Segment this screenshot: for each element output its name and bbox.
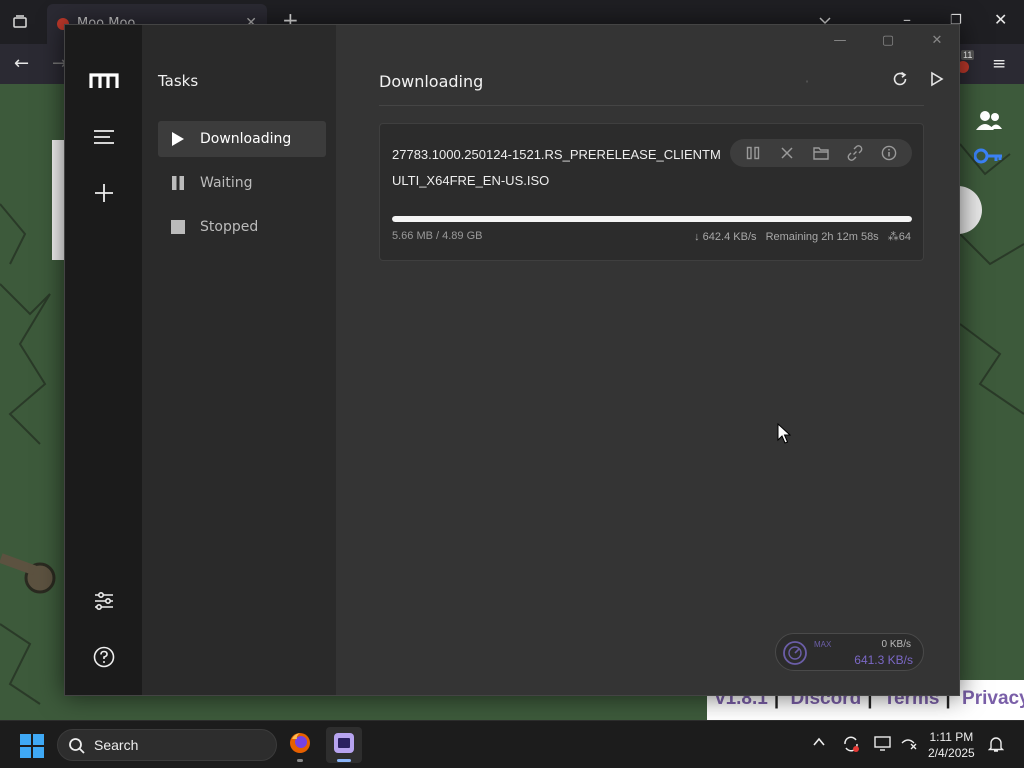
app-logo-icon [89, 66, 119, 96]
taskbar-motrix[interactable] [326, 727, 362, 763]
sidebar-title: Tasks [158, 72, 199, 90]
network-muted-icon[interactable] [900, 735, 918, 755]
task-info-button[interactable] [879, 143, 899, 163]
task-stats: ↓ 642.4 KB/s Remaining 2h 12m 58s ⁂64 [688, 230, 911, 243]
icon-rail [65, 25, 142, 695]
task-pause-button[interactable] [743, 143, 763, 163]
page-title: Downloading [379, 72, 484, 91]
privacy-link[interactable]: Privacy [962, 688, 1024, 709]
header-divider [379, 105, 924, 106]
task-delete-button[interactable] [777, 143, 797, 163]
firefox-icon [288, 731, 312, 759]
speedometer[interactable]: MAX 0 KB/s 641.3 KB/s [775, 633, 924, 671]
pause-icon [170, 175, 186, 191]
task-progress-bar [392, 216, 912, 222]
play-icon [170, 131, 186, 147]
task-progress-fill [392, 216, 912, 222]
app-active-indicator [337, 759, 351, 762]
app-running-indicator [297, 759, 303, 762]
toolbar-divider-icon: · [804, 71, 810, 91]
motrix-app-icon [333, 732, 355, 758]
main-panel: — ▢ ✕ Downloading · 27783.1000.250124-15… [336, 25, 959, 695]
back-icon[interactable]: ← [14, 55, 29, 73]
add-task-icon[interactable] [89, 178, 119, 208]
nav-item-stopped[interactable]: Stopped [158, 209, 326, 245]
resume-all-button[interactable] [926, 71, 948, 91]
window-minimize-icon[interactable]: — [826, 29, 854, 51]
search-icon [68, 737, 86, 759]
play-outline-icon [930, 71, 944, 91]
menu-icon[interactable]: ≡ [992, 56, 1006, 73]
system-clock[interactable]: 1:11 PM 2/4/2025 [928, 729, 975, 761]
task-connections: ⁂64 [887, 231, 911, 243]
task-category-sidebar: Tasks Downloading Waiting Stopped [142, 25, 336, 695]
taskbar-firefox[interactable] [282, 727, 318, 763]
connections-icon: ⁂ [887, 231, 899, 243]
nav-item-waiting[interactable]: Waiting [158, 165, 326, 201]
extension-badge: 11 [961, 50, 975, 60]
clock-time: 1:11 PM [929, 730, 974, 744]
download-manager-window: Tasks Downloading Waiting Stopped — ▢ ✕ … [64, 24, 960, 696]
users-icon[interactable] [976, 110, 1002, 135]
notification-bell-icon[interactable] [987, 735, 1005, 757]
task-file-name: 27783.1000.250124-1521.RS_PRERELEASE_CLI… [392, 147, 721, 188]
stop-icon [170, 219, 186, 235]
start-button[interactable] [20, 734, 44, 758]
task-item[interactable]: 27783.1000.250124-1521.RS_PRERELEASE_CLI… [379, 123, 924, 261]
windows-logo-icon [20, 734, 31, 745]
task-folder-button[interactable] [811, 143, 831, 163]
nav-item-downloading[interactable]: Downloading [158, 121, 326, 157]
display-icon[interactable] [874, 735, 892, 755]
speedometer-max-label: MAX [814, 640, 832, 649]
sync-icon[interactable] [842, 735, 860, 757]
refresh-icon [892, 71, 908, 91]
upload-speed: 0 KB/s [881, 639, 911, 650]
windows-taskbar: Search 1:11 PM 2/4/2025 [0, 720, 1024, 768]
task-link-button[interactable] [845, 143, 865, 163]
nav-item-label: Stopped [200, 219, 259, 235]
key-icon[interactable] [973, 146, 1004, 169]
search-placeholder: Search [94, 737, 139, 753]
refresh-button[interactable] [889, 71, 911, 91]
taskbar-search[interactable]: Search [57, 729, 277, 761]
mouse-cursor-icon [777, 422, 792, 449]
clock-date: 2/4/2025 [928, 746, 975, 760]
close-icon[interactable]: ✕ [994, 12, 1007, 28]
window-close-icon[interactable]: ✕ [923, 29, 951, 51]
task-download-speed: ↓ 642.4 KB/s [694, 231, 757, 243]
preferences-icon[interactable] [89, 586, 119, 616]
window-maximize-icon[interactable]: ▢ [874, 29, 902, 51]
task-action-bar [730, 139, 912, 167]
download-speed: 641.3 KB/s [854, 653, 913, 667]
tray-overflow-icon[interactable] [812, 735, 826, 753]
speedometer-icon [782, 640, 808, 670]
task-size-progress: 5.66 MB / 4.89 GB [392, 230, 483, 242]
help-icon[interactable] [89, 642, 119, 672]
task-list-icon[interactable] [89, 122, 119, 152]
nav-item-label: Waiting [200, 175, 253, 191]
task-remaining-time: Remaining 2h 12m 58s [765, 231, 879, 243]
tab-list-icon[interactable] [12, 14, 28, 33]
nav-item-label: Downloading [200, 131, 292, 147]
